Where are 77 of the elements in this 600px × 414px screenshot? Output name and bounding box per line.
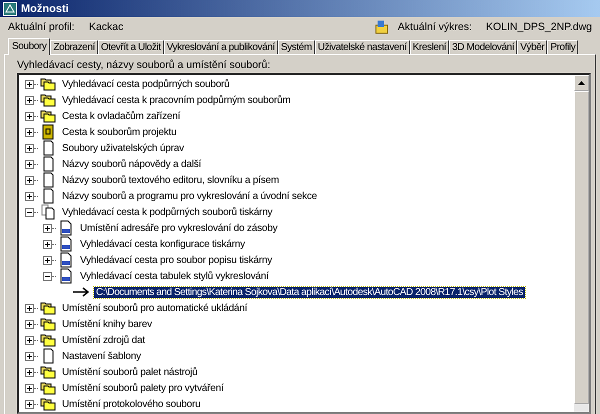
tab[interactable]: Profily	[547, 40, 578, 54]
expand-icon[interactable]	[43, 256, 52, 264]
pages-icon	[40, 204, 56, 220]
tree-item[interactable]: Umístění souborů palet nástrojů	[60, 366, 200, 378]
expand-icon[interactable]	[25, 320, 34, 328]
scroll-up-button[interactable]	[574, 75, 589, 91]
folder-icon	[40, 332, 56, 348]
tree-item[interactable]: Soubory uživatelských úprav	[60, 142, 186, 154]
folder-icon	[40, 92, 56, 108]
app-icon	[3, 2, 17, 16]
expand-icon[interactable]	[25, 336, 34, 344]
expand-icon[interactable]	[25, 160, 34, 168]
tab[interactable]: 3D Modelování	[449, 40, 518, 54]
path-item[interactable]: C:\Documents and Settings\Katerina Sojkova\Data aplikací\Autodesk\AutoCAD 2008\R17.1\csy\Plot Styles	[94, 286, 525, 298]
tree-label: Vyhledávací cesty, názvy souborů a umístění souborů:	[17, 59, 272, 72]
tab[interactable]: Uživatelské nastavení	[314, 40, 410, 54]
expand-icon[interactable]	[25, 112, 34, 120]
folder-icon	[40, 316, 56, 332]
drawing-icon	[375, 18, 390, 34]
tree-item[interactable]: Cesta k ovladačům zařízení	[60, 110, 182, 122]
expand-icon[interactable]	[25, 400, 34, 408]
tree-item[interactable]: Nastavení šablony	[60, 350, 143, 362]
expand-icon[interactable]	[25, 128, 34, 136]
expand-icon[interactable]	[43, 240, 52, 248]
expand-icon[interactable]	[25, 352, 34, 360]
tree-item[interactable]: Umístění adresáře pro vykreslování do zásoby	[78, 222, 280, 234]
drawing-name: KOLIN_DPS_2NP.dwg	[486, 20, 592, 32]
folder-icon	[40, 396, 56, 412]
collapse-icon[interactable]	[25, 208, 34, 216]
expand-icon[interactable]	[25, 368, 34, 376]
file-icon	[58, 220, 74, 236]
tree-item[interactable]: Cesta k souborům projektu	[60, 126, 179, 138]
profile-name: Kackac	[88, 20, 124, 32]
tree-item[interactable]: Vyhledávací cesta k pracovním podpůrným souborům	[60, 94, 292, 106]
window-title: Možnosti	[21, 2, 69, 14]
tree-item[interactable]: Názvy souborů a programu pro vykreslování a úvodní sekce	[60, 190, 320, 202]
tab[interactable]: Kreslení	[410, 40, 450, 54]
folder-icon	[40, 300, 56, 316]
tree-item[interactable]: Umístění protokolového souboru	[60, 398, 203, 410]
tree-item[interactable]: Vyhledávací cesta tabulek stylů vykreslování	[78, 270, 271, 282]
tab[interactable]: Vykreslování a publikování	[164, 40, 278, 54]
expand-icon[interactable]	[25, 80, 34, 88]
up-arrow-icon	[578, 81, 585, 85]
tree-item[interactable]: Umístění souborů palety pro vytváření	[60, 382, 226, 394]
collapse-icon[interactable]	[43, 272, 52, 280]
tree-item[interactable]: Vyhledávací cesta podpůrných souborů	[60, 78, 232, 90]
folder-icon	[40, 76, 56, 92]
folder-icon	[40, 380, 56, 396]
tree-item[interactable]: Vyhledávací cesta pro soubor popisu tiskárny	[78, 254, 274, 266]
file-icon	[58, 236, 74, 252]
tree-item[interactable]: Umístění souborů pro automatické ukládání	[60, 302, 250, 314]
tree-item[interactable]: Umístění zdrojů dat	[60, 334, 147, 346]
expand-icon[interactable]	[25, 304, 34, 312]
tree-item[interactable]: Názvy souborů textového editoru, slovníku a písem	[60, 174, 281, 186]
tree-item[interactable]: Vyhledávací cesta k podpůrných souborů tiskárny	[60, 206, 274, 218]
expand-icon[interactable]	[25, 384, 34, 392]
tree-item[interactable]: Vyhledávací cesta konfigurace tiskárny	[78, 238, 247, 250]
book-icon	[40, 124, 56, 140]
tab[interactable]: Otevřít a Uložit	[98, 40, 164, 54]
arrow-icon	[73, 287, 91, 297]
file-icon	[58, 268, 74, 284]
expand-icon[interactable]	[25, 176, 34, 184]
drawing-label: Aktuální výkres:	[398, 20, 473, 32]
expand-icon[interactable]	[43, 224, 52, 232]
expand-icon[interactable]	[25, 96, 34, 104]
profile-label: Aktuální profil:	[8, 20, 76, 32]
tab[interactable]: Soubory	[8, 38, 50, 55]
folder-icon	[40, 364, 56, 380]
tree-item[interactable]: Názvy souborů nápovědy a další	[60, 158, 204, 170]
tab[interactable]: Systém	[278, 40, 315, 54]
tab[interactable]: Výběr	[517, 40, 548, 54]
file-icon	[58, 252, 74, 268]
expand-icon[interactable]	[25, 192, 34, 200]
tab[interactable]: Zobrazení	[50, 40, 98, 54]
tree-item[interactable]: Umístění knihy barev	[60, 318, 154, 330]
folder-icon	[40, 108, 56, 124]
expand-icon[interactable]	[25, 144, 34, 152]
